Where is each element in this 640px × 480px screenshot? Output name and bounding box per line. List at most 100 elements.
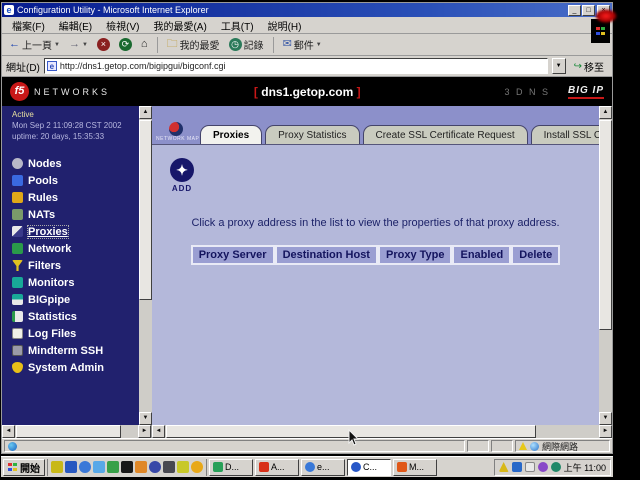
sidebar-item-logfiles[interactable]: Log Files (12, 325, 139, 342)
bracket-icon: ] (357, 85, 361, 99)
tray-icon[interactable] (551, 462, 561, 472)
maximize-button[interactable]: □ (582, 5, 595, 16)
quicklaunch-icon[interactable] (51, 461, 63, 473)
sidebar-item-filters[interactable]: Filters (12, 257, 139, 274)
bracket-icon: [ (254, 85, 258, 99)
start-button[interactable]: 開始 (3, 459, 45, 476)
task-button[interactable]: A... (255, 459, 299, 476)
scroll-down-icon[interactable]: ▼ (139, 412, 152, 425)
stop-icon: × (97, 38, 110, 51)
quicklaunch-icon[interactable] (135, 461, 147, 473)
back-dropdown-icon[interactable]: ▼ (54, 42, 60, 48)
sidebar-item-pools[interactable]: Pools (12, 172, 139, 189)
quicklaunch-icon[interactable] (93, 461, 105, 473)
sidebar-item-mindterm-ssh[interactable]: Mindterm SSH (12, 342, 139, 359)
scroll-up-icon[interactable]: ▲ (139, 106, 152, 119)
scrollbar-thumb[interactable] (599, 120, 612, 330)
network-icon (12, 243, 23, 254)
mail-button[interactable]: ✉ 郵件▼ (280, 36, 325, 53)
task-button[interactable]: D... (209, 459, 253, 476)
column-header-proxy-server[interactable]: Proxy Server (191, 245, 275, 265)
tray-icon[interactable] (525, 462, 535, 472)
quicklaunch-icon[interactable] (163, 461, 175, 473)
sidebar-vertical-scrollbar[interactable]: ▲ ▼ (139, 106, 152, 425)
stop-button[interactable]: × (94, 37, 113, 52)
quicklaunch-icon[interactable] (79, 461, 91, 473)
quicklaunch-icon[interactable] (177, 461, 189, 473)
menu-favorites[interactable]: 我的最愛(A) (147, 17, 212, 34)
tab-install-ssl-certificate[interactable]: Install SSL Certificate (531, 125, 599, 144)
system-tray: 上午 11:00 (494, 459, 611, 476)
nats-icon (12, 209, 23, 220)
main-panel: NETWORK MAP Proxies Proxy Statistics Cre… (152, 106, 612, 425)
scroll-down-icon[interactable]: ▼ (599, 412, 612, 425)
sidebar-item-nodes[interactable]: Nodes (12, 155, 139, 172)
quick-launch-bar (47, 459, 207, 476)
tab-create-ssl-certificate-request[interactable]: Create SSL Certificate Request (363, 125, 528, 144)
hostname-label: [ dns1.getop.com ] (110, 85, 504, 99)
sidebar-item-bigpipe[interactable]: BIGpipe (12, 291, 139, 308)
minimize-button[interactable]: _ (568, 5, 581, 16)
column-header-enabled[interactable]: Enabled (452, 245, 511, 265)
scroll-left-icon[interactable]: ◄ (2, 425, 15, 438)
home-button[interactable]: ⌂ (138, 38, 151, 51)
favorites-button[interactable]: 🗀 我的最愛 (164, 36, 223, 53)
mail-dropdown-icon[interactable]: ▼ (316, 42, 322, 48)
task-button[interactable]: e... (301, 459, 345, 476)
system-admin-icon (12, 362, 23, 373)
scrollbar-thumb[interactable] (16, 425, 121, 438)
address-dropdown-icon[interactable]: ▼ (552, 58, 566, 74)
main-vertical-scrollbar[interactable]: ▲ ▼ (599, 106, 612, 425)
tray-icon[interactable] (538, 462, 548, 472)
address-input[interactable]: e http://dns1.getop.com/bigipgui/bigconf… (44, 58, 548, 74)
back-arrow-icon: ← (9, 39, 20, 50)
add-proxy-button[interactable]: ✦ ADD (170, 158, 194, 193)
refresh-button[interactable]: ⟳ (116, 37, 135, 52)
task-button[interactable]: M... (393, 459, 437, 476)
sidebar-item-proxies[interactable]: Proxies (12, 223, 139, 240)
titlebar[interactable]: e Configuration Utility - Microsoft Inte… (2, 3, 612, 17)
menu-view[interactable]: 檢視(V) (100, 17, 145, 34)
quicklaunch-icon[interactable] (107, 461, 119, 473)
sidebar-item-rules[interactable]: Rules (12, 189, 139, 206)
quicklaunch-icon[interactable] (149, 461, 161, 473)
tab-proxy-statistics[interactable]: Proxy Statistics (265, 125, 359, 144)
scrollbar-thumb[interactable] (139, 120, 152, 300)
quicklaunch-icon[interactable] (121, 461, 133, 473)
menu-edit[interactable]: 編輯(E) (53, 17, 98, 34)
page-status-icon (8, 442, 17, 451)
sidebar-item-monitors[interactable]: Monitors (12, 274, 139, 291)
network-map-button[interactable]: NETWORK MAP (156, 122, 196, 142)
tray-icon[interactable] (512, 462, 522, 472)
mindterm-ssh-icon (12, 345, 23, 356)
tab-proxies[interactable]: Proxies (200, 125, 262, 144)
column-header-destination-host[interactable]: Destination Host (275, 245, 378, 265)
tray-icon[interactable] (499, 462, 509, 472)
quicklaunch-icon[interactable] (65, 461, 77, 473)
browser-window: e Configuration Utility - Microsoft Inte… (1, 2, 613, 454)
column-header-delete[interactable]: Delete (511, 245, 560, 265)
sidebar-item-nats[interactable]: NATs (12, 206, 139, 223)
scroll-up-icon[interactable]: ▲ (599, 106, 612, 119)
menu-help[interactable]: 說明(H) (262, 17, 308, 34)
forward-button[interactable]: → ▼ (66, 38, 91, 51)
back-button[interactable]: ← 上一頁▼ (6, 36, 63, 53)
sidebar-item-statistics[interactable]: Statistics (12, 308, 139, 325)
menu-tools[interactable]: 工具(T) (215, 17, 260, 34)
forward-dropdown-icon[interactable]: ▼ (82, 42, 88, 48)
scroll-right-icon[interactable]: ► (599, 425, 612, 438)
menu-file[interactable]: 檔案(F) (6, 17, 51, 34)
sidebar-item-network[interactable]: Network (12, 240, 139, 257)
scroll-right-icon[interactable]: ► (138, 425, 151, 438)
scroll-left-icon[interactable]: ◄ (152, 425, 165, 438)
go-button[interactable]: ↪ 移至 (570, 58, 608, 75)
f5-logo-icon: f5 (10, 82, 29, 101)
main-horizontal-scrollbar[interactable]: ◄ ► (152, 425, 612, 438)
taskbar-clock[interactable]: 上午 11:00 (564, 461, 606, 474)
column-header-proxy-type[interactable]: Proxy Type (378, 245, 453, 265)
history-button[interactable]: ◷ 記錄 (226, 36, 267, 53)
quicklaunch-icon[interactable] (191, 461, 203, 473)
sidebar-horizontal-scrollbar[interactable]: ◄ ► (2, 425, 152, 438)
sidebar-item-system-admin[interactable]: System Admin (12, 359, 139, 376)
task-button-active[interactable]: C... (347, 459, 391, 476)
